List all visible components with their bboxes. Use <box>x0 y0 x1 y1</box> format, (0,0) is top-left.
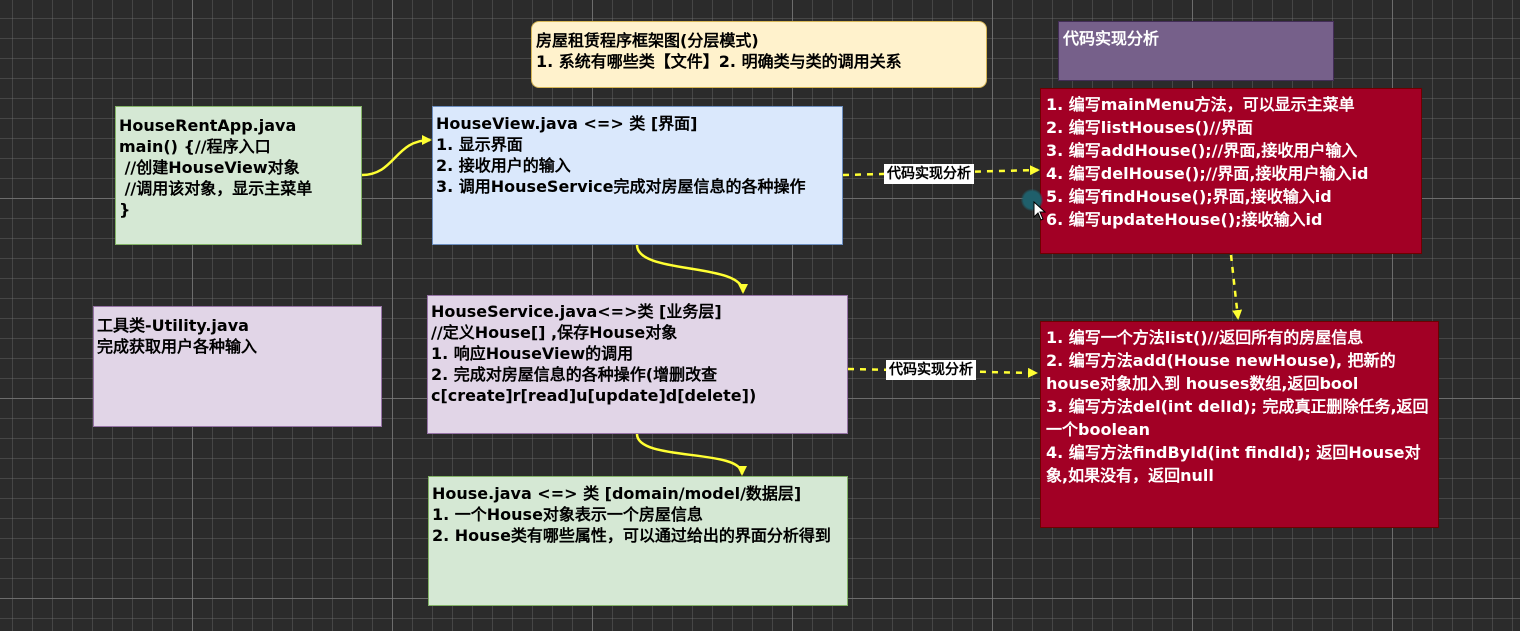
view-line: HouseView.java <=> 类 [界面] <box>436 114 698 133</box>
app-line: main() {//程序入口 <box>119 137 271 156</box>
app-line: } <box>119 200 131 219</box>
service-line: 1. 响应HouseView的调用 <box>431 344 634 363</box>
service-line: //定义House[] ,保存House对象 <box>431 323 678 342</box>
view-impl-line: 6. 编写updateHouse();接收输入id <box>1046 210 1323 229</box>
view-implementation-box: 1. 编写mainMenu方法，可以显示主菜单 2. 编写listHouses(… <box>1040 88 1422 254</box>
service-impl-line: 1. 编写一个方法list()//返回所有的房屋信息 <box>1046 328 1364 347</box>
app-line: HouseRentApp.java <box>119 116 297 135</box>
house-view-box: HouseView.java <=> 类 [界面] 1. 显示界面 2. 接收用… <box>432 106 843 245</box>
analysis-header-text: 代码实现分析 <box>1063 29 1160 48</box>
service-impl-line: 2. 编写方法add(House newHouse), 把新的house对象加入… <box>1046 351 1396 393</box>
view-impl-line: 3. 编写addHouse();//界面,接收用户输入 <box>1046 141 1358 160</box>
analysis-header-box: 代码实现分析 <box>1058 21 1334 81</box>
view-impl-line: 5. 编写findHouse();界面,接收输入id <box>1046 187 1332 206</box>
view-impl-line: 2. 编写listHouses()//界面 <box>1046 118 1253 137</box>
arrow-viewimpl-to-serviceimpl <box>1229 254 1243 320</box>
service-impl-line: 3. 编写方法del(int delId); 完成真正删除任务,返回一个bool… <box>1046 397 1429 439</box>
view-line: 2. 接收用户的输入 <box>436 156 571 175</box>
house-line: 1. 一个House对象表示一个房屋信息 <box>432 505 703 524</box>
view-impl-line: 1. 编写mainMenu方法，可以显示主菜单 <box>1046 95 1355 114</box>
edge-label-view-impl: 代码实现分析 <box>884 164 974 184</box>
house-line: 2. House类有哪些属性，可以通过给出的界面分析得到 <box>432 526 831 545</box>
arrow-service-to-house <box>635 433 747 476</box>
app-line: //调用该对象，显示主菜单 <box>119 179 313 198</box>
house-model-box: House.java <=> 类 [domain/model/数据层] 1. 一… <box>428 476 848 606</box>
diagram-title-box: 房屋租赁程序框架图(分层模式) 1. 系统有哪些类【文件】2. 明确类与类的调用… <box>531 21 987 88</box>
mouse-pointer-icon <box>1033 201 1047 221</box>
edge-label-service-impl: 代码实现分析 <box>886 360 976 380</box>
diagram-subtitle: 1. 系统有哪些类【文件】2. 明确类与类的调用关系 <box>536 52 902 71</box>
arrow-app-to-view <box>361 135 432 177</box>
app-line: //创建HouseView对象 <box>119 158 300 177</box>
utility-box: 工具类-Utility.java 完成获取用户各种输入 <box>93 306 382 427</box>
service-implementation-box: 1. 编写一个方法list()//返回所有的房屋信息 2. 编写方法add(Ho… <box>1040 321 1439 528</box>
view-impl-line: 4. 编写delHouse();//界面,接收用户输入id <box>1046 164 1369 183</box>
house-line: House.java <=> 类 [domain/model/数据层] <box>432 484 802 503</box>
house-rent-app-box: HouseRentApp.java main() {//程序入口 //创建Hou… <box>115 106 362 245</box>
service-line: 2. 完成对房屋信息的各种操作(增删改查c[create]r[read]u[up… <box>431 365 757 405</box>
view-line: 3. 调用HouseService完成对房屋信息的各种操作 <box>436 177 806 196</box>
utility-line: 工具类-Utility.java <box>97 316 249 335</box>
utility-line: 完成获取用户各种输入 <box>97 337 258 356</box>
view-line: 1. 显示界面 <box>436 135 523 154</box>
arrow-view-to-service <box>635 244 748 294</box>
diagram-title: 房屋租赁程序框架图(分层模式) <box>536 31 759 50</box>
house-service-box: HouseService.java<=>类 [业务层] //定义House[] … <box>427 295 848 434</box>
service-impl-line: 4. 编写方法findById(int findId); 返回House对象,如… <box>1046 443 1421 485</box>
service-line: HouseService.java<=>类 [业务层] <box>431 302 722 321</box>
